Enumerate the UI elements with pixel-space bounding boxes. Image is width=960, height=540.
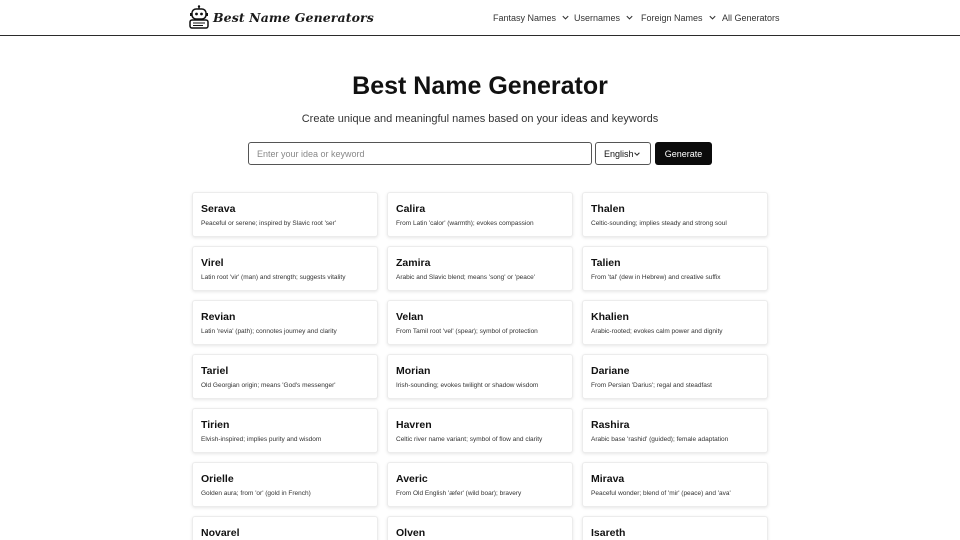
card-name: Zamira bbox=[396, 257, 431, 269]
card-name: Olven bbox=[396, 527, 426, 539]
chevron-down-icon bbox=[708, 15, 716, 20]
page-subtitle: Create unique and meaningful names based… bbox=[301, 113, 659, 125]
name-card[interactable]: Orielle Golden aura; from 'or' (gold in F… bbox=[192, 462, 378, 507]
chevron-down-icon bbox=[626, 15, 633, 20]
brand-logo-link[interactable]: Best Name Generators bbox=[188, 4, 374, 30]
card-description: From Old English 'æfer' (wild boar); bra… bbox=[396, 490, 522, 497]
brand-name: Best Name Generators bbox=[213, 9, 374, 25]
card-name: Averic bbox=[396, 473, 428, 485]
card-name: Novarel bbox=[201, 527, 240, 539]
robot-logo-icon bbox=[189, 5, 209, 29]
card-description: Old Georgian origin; means 'God's messen… bbox=[201, 382, 336, 389]
card-description: Irish-sounding; evokes twilight or shado… bbox=[396, 382, 539, 389]
card-description: Arabic base 'rashid' (guided); female ad… bbox=[591, 436, 729, 443]
name-card[interactable]: Virel Latin root 'vir' (man) and strength… bbox=[192, 246, 378, 291]
name-results-grid: Serava Peaceful or serene; inspired by Sl… bbox=[192, 192, 768, 540]
name-card[interactable]: Mirava Peaceful wonder; blend of 'mir' (p… bbox=[582, 462, 768, 507]
card-name: Thalen bbox=[591, 203, 625, 215]
card-name: Revian bbox=[201, 311, 236, 323]
card-name: Rashira bbox=[591, 419, 630, 431]
card-description: Golden aura; from 'or' (gold in French) bbox=[201, 490, 311, 497]
card-description: From Tamil root 'vel' (spear); symbol of… bbox=[396, 328, 538, 335]
name-card[interactable]: Calira From Latin 'calor' (warmth); evoke… bbox=[387, 192, 573, 237]
nav-fantasy-names[interactable]: Fantasy Names bbox=[493, 0, 570, 35]
card-name: Calira bbox=[396, 203, 426, 215]
card-description: Arabic and Slavic blend; means 'song' or… bbox=[396, 274, 536, 281]
name-card[interactable]: Morian Irish-sounding; evokes twilight or… bbox=[387, 354, 573, 399]
card-description: Celtic river name variant; symbol of flo… bbox=[396, 436, 543, 443]
card-description: Celtic-sounding; implies steady and stro… bbox=[591, 220, 727, 227]
card-name: Talien bbox=[591, 257, 621, 269]
card-name: Orielle bbox=[201, 473, 234, 485]
nav-label: Fantasy Names bbox=[493, 12, 557, 23]
name-card[interactable]: Serava Peaceful or serene; inspired by Sl… bbox=[192, 192, 378, 237]
nav-foreign-names[interactable]: Foreign Names bbox=[641, 0, 717, 35]
card-description: Peaceful or serene; inspired by Slavic r… bbox=[201, 220, 337, 227]
nav-label: All Generators bbox=[722, 12, 780, 23]
nav-usernames[interactable]: Usernames bbox=[574, 0, 634, 35]
name-card[interactable]: Rashira Arabic base 'rashid' (guided); fe… bbox=[582, 408, 768, 453]
name-card[interactable]: Khalien Arabic-rooted; evokes calm power … bbox=[582, 300, 768, 345]
card-description: From Latin 'calor' (warmth); evokes comp… bbox=[396, 220, 534, 227]
card-name: Tariel bbox=[201, 365, 229, 377]
name-card[interactable]: Thalen Celtic-sounding; implies steady an… bbox=[582, 192, 768, 237]
card-name: Morian bbox=[396, 365, 431, 377]
name-card[interactable]: Olven bbox=[387, 516, 573, 540]
language-selected-value: English bbox=[604, 148, 634, 159]
name-card[interactable]: Talien From 'tal' (dew in Hebrew) and cre… bbox=[582, 246, 768, 291]
name-card[interactable]: Dariane From Persian 'Darius'; regal and … bbox=[582, 354, 768, 399]
card-name: Serava bbox=[201, 203, 236, 215]
name-card[interactable]: Isareth bbox=[582, 516, 768, 540]
card-description: From Persian 'Darius'; regal and steadfa… bbox=[591, 382, 712, 389]
top-navigation-bar: Best Name Generators Fantasy Names Usern… bbox=[0, 0, 960, 36]
card-name: Mirava bbox=[591, 473, 625, 485]
keyword-input[interactable] bbox=[248, 142, 592, 165]
name-card[interactable]: Tariel Old Georgian origin; means 'God's … bbox=[192, 354, 378, 399]
generate-button[interactable]: Generate bbox=[655, 142, 712, 165]
nav-label: Foreign Names bbox=[641, 12, 703, 23]
name-card[interactable]: Velan From Tamil root 'vel' (spear); symb… bbox=[387, 300, 573, 345]
nav-label: Usernames bbox=[574, 12, 621, 23]
card-description: Latin root 'vir' (man) and strength; sug… bbox=[201, 274, 346, 281]
name-card[interactable]: Novarel bbox=[192, 516, 378, 540]
card-description: Elvish-inspired; implies purity and wisd… bbox=[201, 436, 322, 443]
card-description: Peaceful wonder; blend of 'mir' (peace) … bbox=[591, 490, 731, 497]
card-name: Dariane bbox=[591, 365, 630, 377]
name-card[interactable]: Zamira Arabic and Slavic blend; means 'so… bbox=[387, 246, 573, 291]
page-title: Best Name Generator bbox=[352, 72, 608, 100]
chevron-down-icon bbox=[562, 15, 569, 20]
chevron-down-icon bbox=[634, 152, 640, 156]
name-card[interactable]: Tirien Elvish-inspired; implies purity an… bbox=[192, 408, 378, 453]
name-card[interactable]: Revian Latin 'revia' (path); connotes jou… bbox=[192, 300, 378, 345]
card-description: Arabic-rooted; evokes calm power and dig… bbox=[591, 328, 723, 335]
card-name: Havren bbox=[396, 419, 432, 431]
card-description: From 'tal' (dew in Hebrew) and creative … bbox=[591, 274, 721, 281]
name-card[interactable]: Averic From Old English 'æfer' (wild boar… bbox=[387, 462, 573, 507]
card-name: Virel bbox=[201, 257, 224, 269]
card-name: Isareth bbox=[591, 527, 626, 539]
name-card[interactable]: Havren Celtic river name variant; symbol … bbox=[387, 408, 573, 453]
card-name: Velan bbox=[396, 311, 424, 323]
nav-all-generators[interactable]: All Generators bbox=[722, 0, 780, 35]
card-name: Tirien bbox=[201, 419, 230, 431]
card-name: Khalien bbox=[591, 311, 629, 323]
language-select[interactable]: English bbox=[595, 142, 651, 165]
card-description: Latin 'revia' (path); connotes journey a… bbox=[201, 328, 337, 335]
